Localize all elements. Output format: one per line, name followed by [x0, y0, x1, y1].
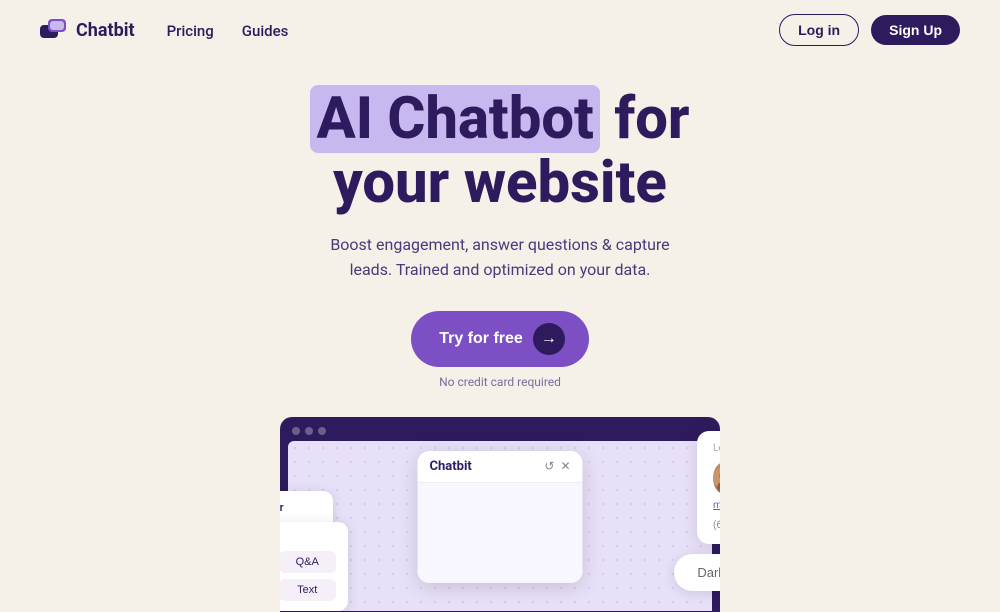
- browser-window: Chatbit ↺ ✕ Primary color #FFFFFF Sou: [280, 417, 720, 612]
- pricing-link[interactable]: Pricing: [167, 22, 214, 40]
- nav-left: Chatbit Pricing Guides: [40, 19, 288, 41]
- source-data-grid: URL Q&A File Text: [280, 551, 336, 601]
- browser-content: Chatbit ↺ ✕ Primary color #FFFFFF Sou: [288, 441, 712, 611]
- source-data-label: Source data: [280, 532, 336, 543]
- browser-dot-3: [318, 427, 326, 435]
- signup-button[interactable]: Sign Up: [871, 15, 960, 45]
- hero-title-highlight: AI Chatbot: [310, 85, 599, 153]
- browser-dots: [280, 417, 720, 441]
- chatbit-widget-header: Chatbit ↺ ✕: [418, 451, 583, 483]
- source-qa-button[interactable]: Q&A: [280, 551, 336, 573]
- logo-icon: [40, 19, 68, 41]
- hero-title-rest: for: [614, 85, 689, 153]
- primary-color-label: Primary color: [280, 501, 319, 514]
- browser-dot-2: [305, 427, 313, 435]
- avatar: [713, 462, 720, 494]
- lead-avatar-row: Marvin McKinney: [713, 462, 720, 494]
- nav-links: Pricing Guides: [167, 21, 289, 40]
- hero-title-line2: your website: [333, 149, 667, 217]
- mockup-area: Chatbit ↺ ✕ Primary color #FFFFFF Sou: [0, 417, 1000, 612]
- try-free-arrow-icon: →: [533, 323, 565, 355]
- try-free-button[interactable]: Try for free →: [411, 311, 589, 367]
- source-text-button[interactable]: Text: [280, 579, 336, 601]
- chatbit-header-icons: ↺ ✕: [544, 459, 570, 473]
- login-button[interactable]: Log in: [779, 14, 859, 46]
- nav-right: Log in Sign Up: [779, 14, 960, 46]
- source-data-card: Source data URL Q&A File Text: [280, 522, 348, 611]
- chatbit-widget-body: [418, 483, 583, 583]
- chatbit-widget-title: Chatbit: [430, 459, 472, 474]
- navbar: Chatbit Pricing Guides Log in Sign Up: [0, 0, 1000, 60]
- dark-light-toggle: Dark Light: [674, 554, 720, 591]
- lead-email[interactable]: marvin@ex-dot.com: [713, 500, 720, 511]
- refresh-icon[interactable]: ↺: [544, 459, 554, 473]
- logo[interactable]: Chatbit: [40, 19, 135, 41]
- lead-card: Lead Marvin McKinney marvin@ex-dot.com (…: [697, 431, 720, 544]
- nav-item-guides[interactable]: Guides: [242, 21, 289, 40]
- guides-link[interactable]: Guides: [242, 22, 289, 40]
- hero-section: AI Chatbot for your website Boost engage…: [0, 60, 1000, 413]
- nav-item-pricing[interactable]: Pricing: [167, 21, 214, 40]
- logo-text: Chatbit: [76, 20, 135, 41]
- no-credit-card-note: No credit card required: [439, 375, 561, 389]
- hero-subtitle: Boost engagement, answer questions & cap…: [330, 232, 670, 283]
- lead-label: Lead: [713, 443, 720, 454]
- browser-dot-1: [292, 427, 300, 435]
- lead-phone: (609) 555-0192: [713, 520, 720, 531]
- hero-title: AI Chatbot for your website: [310, 88, 689, 216]
- try-free-label: Try for free: [439, 330, 523, 348]
- close-icon[interactable]: ✕: [560, 459, 570, 473]
